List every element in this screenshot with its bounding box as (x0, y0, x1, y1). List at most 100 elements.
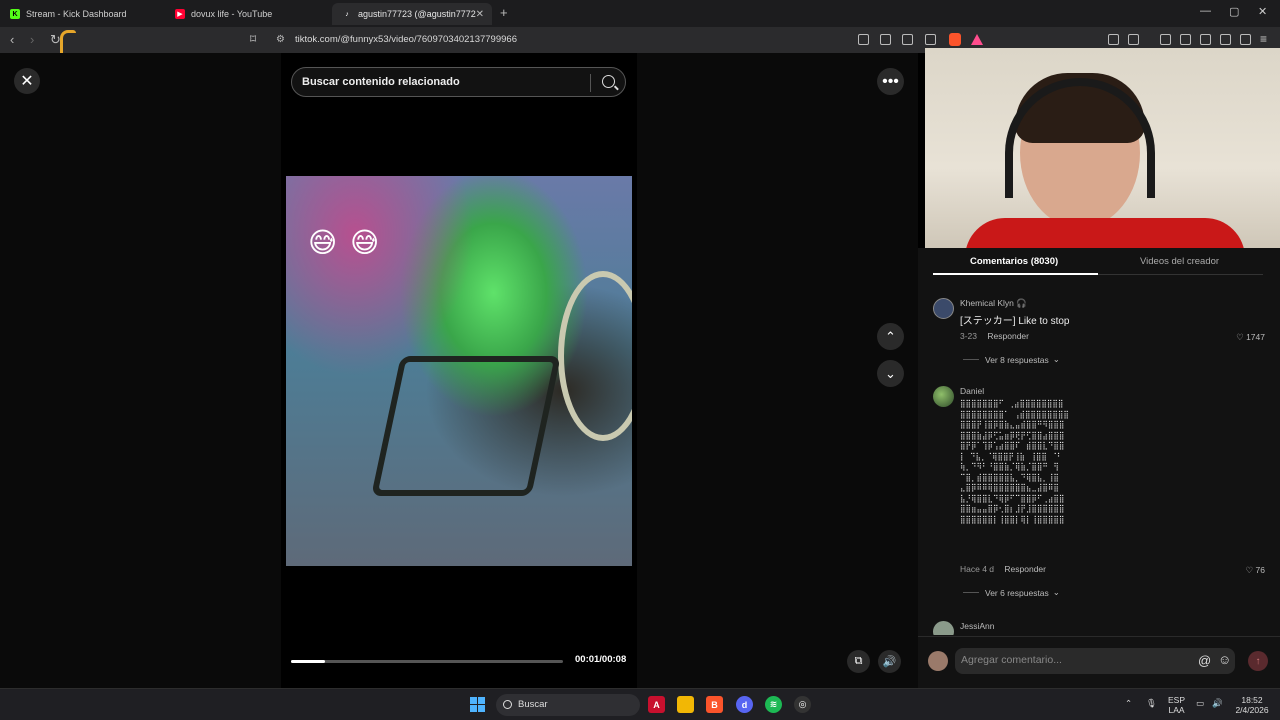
clock-date: 2/4/2026 (1235, 705, 1269, 715)
vpn-icon[interactable] (1240, 34, 1251, 45)
comment-username[interactable]: Khemical Klyn 🎧 (960, 298, 1027, 309)
cast-icon[interactable] (902, 34, 913, 45)
translate-icon[interactable] (880, 34, 891, 45)
current-user-avatar (928, 651, 948, 671)
volume-button[interactable]: 🔊 (878, 650, 901, 673)
view-replies-button[interactable]: Ver 6 respuestas ⌄ (963, 587, 1060, 598)
file-explorer-icon[interactable] (677, 696, 694, 713)
language-indicator[interactable]: ESP LAA (1168, 695, 1185, 715)
chevron-down-icon: ⌄ (885, 365, 896, 381)
lang-top: ESP (1168, 695, 1186, 705)
spotify-icon[interactable]: ≋ (765, 696, 782, 713)
new-tab-button[interactable]: + (500, 5, 508, 20)
avatar[interactable] (933, 298, 954, 319)
chevron-down-icon: ⌄ (1052, 587, 1060, 597)
volume-icon: 🔊 (882, 656, 897, 668)
brave-browser-icon[interactable]: B (706, 696, 723, 713)
window-close-icon[interactable]: ✕ (1258, 5, 1267, 18)
comment-username[interactable]: Daniel (960, 386, 984, 396)
sidebar-icon[interactable] (1180, 34, 1191, 45)
chevron-up-icon: ⌃ (885, 328, 896, 344)
wallet-icon[interactable] (1200, 34, 1211, 45)
tab-comments[interactable]: Comentarios (8030) (970, 256, 1058, 267)
add-comment-bar: Agregar comentario... @ ☺ ↑ (918, 636, 1280, 688)
speaker-icon[interactable]: 🔊 (1212, 698, 1223, 708)
brave-rewards-icon[interactable] (971, 34, 983, 45)
site-settings-icon[interactable]: ⚙ (276, 34, 285, 45)
related-search-input[interactable]: Buscar contenido relacionado (291, 67, 626, 97)
minimize-icon[interactable]: — (1200, 5, 1211, 17)
tab-creator-videos[interactable]: Videos del creador (1140, 256, 1219, 267)
tab-title: agustin77723 (@agustin7772 (358, 9, 476, 19)
like-button[interactable]: ♡ 1747 (1236, 332, 1265, 343)
reader-icon[interactable] (858, 34, 869, 45)
reply-button[interactable]: Responder (1004, 564, 1046, 574)
bookmark-icon[interactable]: ⌑ (250, 32, 256, 46)
media-icon[interactable] (1160, 34, 1171, 45)
menu-icon[interactable]: ≡ (1260, 32, 1267, 46)
back-icon[interactable]: ‹ (10, 32, 14, 47)
arrow-up-icon: ↑ (1255, 655, 1261, 667)
tab-tiktok[interactable]: ♪ agustin77723 (@agustin7772 ✕ (332, 3, 492, 25)
avatar[interactable] (933, 621, 954, 635)
discord-icon[interactable]: d (736, 696, 753, 713)
tab-kick-dashboard[interactable]: K Stream - Kick Dashboard (0, 3, 165, 25)
windows-taskbar: Buscar A B d ≋ ◎ ⌃ 🎙 ESP LAA ▭ 🔊 18:52 2… (0, 688, 1280, 720)
maximize-icon[interactable]: ▢ (1229, 5, 1239, 18)
right-backdrop (637, 53, 918, 688)
comment-item: JessiAnn (933, 621, 1273, 635)
brave-shield-icon[interactable] (949, 33, 961, 46)
share-icon[interactable] (925, 34, 936, 45)
previous-video-button[interactable]: ⌃ (877, 323, 904, 350)
view-replies-button[interactable]: Ver 8 respuestas ⌄ (963, 354, 1060, 365)
left-backdrop (0, 53, 281, 688)
microphone-icon[interactable]: 🎙 (1146, 698, 1157, 708)
comment-date: Hace 4 d (960, 564, 995, 574)
comment-meta: 3-23 Responder (960, 331, 1029, 341)
heart-icon: ♡ (1236, 332, 1244, 342)
comment-username[interactable]: JessiAnn (960, 621, 995, 631)
taskbar-search[interactable]: Buscar (496, 694, 640, 716)
reply-button[interactable]: Responder (987, 331, 1029, 341)
divider (590, 74, 591, 92)
next-video-button[interactable]: ⌄ (877, 360, 904, 387)
mention-icon[interactable]: @ (1198, 653, 1211, 668)
start-button[interactable] (470, 697, 485, 712)
heart-icon: ♡ (1245, 565, 1254, 575)
tab-youtube[interactable]: ▶ dovux life - YouTube (165, 3, 330, 25)
leo-ai-icon[interactable] (1220, 34, 1231, 45)
app-red-a-icon[interactable]: A (648, 696, 665, 713)
search-icon[interactable] (602, 75, 615, 88)
like-button[interactable]: ♡ 76 (1246, 565, 1265, 576)
close-video-button[interactable]: ✕ (14, 68, 40, 94)
comment-item: Khemical Klyn 🎧 [ステッカー] Like to stop 3-2… (933, 298, 1273, 378)
screenshot-icon[interactable] (1128, 34, 1139, 45)
video-viewer: ✕ Buscar contenido relacionado ••• 😅 😅 ⌃… (0, 53, 918, 688)
video-frame[interactable]: 😅 😅 (286, 176, 632, 566)
avatar[interactable] (933, 386, 954, 407)
url-field[interactable]: tiktok.com/@funnyx53/video/7609703402137… (295, 34, 517, 45)
send-comment-button[interactable]: ↑ (1248, 651, 1268, 671)
lang-bottom: LAA (1168, 705, 1185, 715)
comment-date: 3-23 (960, 331, 978, 341)
floating-player-button[interactable]: ⧉ (847, 650, 870, 673)
network-icon[interactable]: ▭ (1196, 698, 1204, 708)
tab-title: Stream - Kick Dashboard (26, 9, 127, 19)
obs-icon[interactable]: ◎ (794, 696, 811, 713)
tab-title: dovux life - YouTube (191, 9, 273, 19)
search-placeholder: Buscar contenido relacionado (302, 76, 460, 88)
progress-fill (291, 660, 325, 663)
emoji-icon[interactable]: ☺ (1218, 652, 1231, 667)
more-options-button[interactable]: ••• (877, 68, 904, 95)
more-icon: ••• (882, 72, 899, 90)
close-tab-icon[interactable]: ✕ (476, 9, 484, 20)
tray-chevron-icon[interactable]: ⌃ (1125, 698, 1132, 708)
clock[interactable]: 18:52 2/4/2026 (1232, 695, 1272, 715)
active-tab-indicator (933, 273, 1098, 275)
view-replies-label: Ver 6 respuestas (985, 587, 1049, 598)
forward-icon[interactable]: › (30, 32, 34, 47)
progress-bar[interactable] (291, 660, 563, 663)
comment-text: [ステッカー] Like to stop (960, 316, 1070, 327)
extensions-icon[interactable] (1108, 34, 1119, 45)
add-comment-input[interactable]: Agregar comentario... (955, 648, 1235, 674)
